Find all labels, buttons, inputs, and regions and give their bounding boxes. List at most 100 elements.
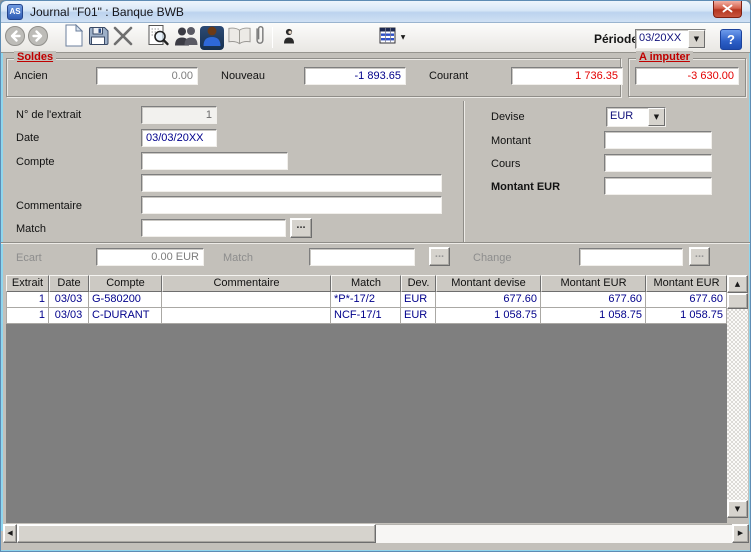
courant-field[interactable]: 1 736.35 xyxy=(511,67,623,85)
recon-match-field[interactable] xyxy=(309,248,415,266)
cell-match[interactable]: NCF-17/1 xyxy=(331,308,401,324)
new-button[interactable] xyxy=(61,26,85,50)
scroll-left-button[interactable] xyxy=(3,524,17,543)
change-browse-button[interactable]: ... xyxy=(689,247,710,266)
close-icon xyxy=(722,0,733,18)
vertical-scrollbar[interactable] xyxy=(727,275,748,518)
devise-dropdown-button[interactable] xyxy=(648,108,665,126)
montant-eur-label: Montant EUR xyxy=(491,181,560,193)
ecart-field[interactable]: 0.00 EUR xyxy=(96,248,204,266)
imputer-field[interactable]: -3 630.00 xyxy=(635,67,739,85)
extrait-field[interactable]: 1 xyxy=(141,106,217,124)
column-header[interactable]: Montant EUR xyxy=(646,275,727,292)
cell-date[interactable]: 03/03 xyxy=(49,292,89,308)
help-button[interactable]: ? xyxy=(720,29,742,50)
column-header[interactable]: Montant devise xyxy=(436,275,541,292)
compte-detail-field[interactable] xyxy=(141,174,442,192)
scroll-right-button[interactable] xyxy=(732,524,749,543)
cell-commentaire[interactable] xyxy=(162,292,331,308)
match-field[interactable] xyxy=(141,219,286,237)
nouveau-field[interactable]: -1 893.65 xyxy=(304,67,406,85)
window-title: Journal "F01" : Banque BWB xyxy=(30,5,184,19)
compte-field[interactable] xyxy=(141,152,288,170)
cell-montant-eur-2[interactable]: 677.60 xyxy=(646,292,727,308)
preview-button[interactable] xyxy=(145,26,171,50)
courant-label: Courant xyxy=(429,70,468,82)
cell-match[interactable]: *P*-17/2 xyxy=(331,292,401,308)
montant-field[interactable] xyxy=(604,131,712,149)
back-button[interactable] xyxy=(3,26,27,50)
periode-dropdown-button[interactable] xyxy=(688,30,705,48)
user-button[interactable] xyxy=(200,26,224,50)
table-row[interactable]: 1 03/03 C-DURANT NCF-17/1 EUR 1 058.75 1… xyxy=(6,308,727,324)
table-header-row: Extrait Date Compte Commentaire Match De… xyxy=(6,275,727,292)
horizontal-scroll-thumb[interactable] xyxy=(17,524,376,543)
table-menu-dropdown[interactable] xyxy=(397,28,409,48)
forward-button[interactable] xyxy=(26,26,50,50)
ancien-field[interactable]: 0.00 xyxy=(96,67,198,85)
cell-montant-devise[interactable]: 677.60 xyxy=(436,292,541,308)
montant-eur-field[interactable] xyxy=(604,177,712,195)
cell-montant-devise[interactable]: 1 058.75 xyxy=(436,308,541,324)
recon-match-browse-button[interactable]: ... xyxy=(429,247,450,266)
column-header[interactable]: Commentaire xyxy=(162,275,331,292)
column-header[interactable]: Match xyxy=(331,275,401,292)
book-button[interactable] xyxy=(226,26,252,50)
scroll-down-button[interactable] xyxy=(727,500,748,518)
cell-date[interactable]: 03/03 xyxy=(49,308,89,324)
new-document-icon xyxy=(64,24,83,52)
cell-compte[interactable]: C-DURANT xyxy=(89,308,162,324)
ancien-label: Ancien xyxy=(14,70,48,82)
chevron-down-icon xyxy=(401,35,406,41)
cell-extrait[interactable]: 1 xyxy=(6,308,49,324)
table-empty-area xyxy=(6,324,727,523)
table-grid-icon xyxy=(379,27,396,49)
titlebar[interactable]: AS Journal "F01" : Banque BWB xyxy=(1,1,751,23)
cell-montant-eur[interactable]: 1 058.75 xyxy=(541,308,646,324)
close-button[interactable] xyxy=(713,1,742,18)
column-header[interactable]: Montant EUR xyxy=(541,275,646,292)
periode-combobox[interactable]: 03/20XX xyxy=(635,29,706,49)
compte-label: Compte xyxy=(16,156,55,168)
periode-label: Période xyxy=(594,32,638,46)
column-header[interactable]: Dev. xyxy=(401,275,436,292)
back-icon xyxy=(4,25,26,52)
scroll-up-button[interactable] xyxy=(727,275,748,293)
column-header[interactable]: Extrait xyxy=(6,275,49,292)
match-browse-button[interactable]: ... xyxy=(290,218,312,238)
cell-devise[interactable]: EUR xyxy=(401,292,436,308)
delete-button[interactable] xyxy=(111,26,135,50)
devise-value: EUR xyxy=(607,108,648,126)
attachment-button[interactable] xyxy=(251,26,267,50)
vertical-scroll-thumb[interactable] xyxy=(727,293,748,309)
change-field[interactable] xyxy=(579,248,683,266)
save-icon xyxy=(87,25,109,52)
cell-commentaire[interactable] xyxy=(162,308,331,324)
cell-compte[interactable]: G-580200 xyxy=(89,292,162,308)
commentaire-label: Commentaire xyxy=(16,200,82,212)
date-field[interactable]: 03/03/20XX xyxy=(141,129,217,147)
arrow-right-icon xyxy=(738,530,743,537)
cell-montant-eur-2[interactable]: 1 058.75 xyxy=(646,308,727,324)
cours-field[interactable] xyxy=(604,154,712,172)
commentaire-field[interactable] xyxy=(141,196,442,214)
person-button[interactable] xyxy=(280,26,298,50)
table-row[interactable]: 1 03/03 G-580200 *P*-17/2 EUR 677.60 677… xyxy=(6,292,727,308)
column-header[interactable]: Date xyxy=(49,275,89,292)
save-button[interactable] xyxy=(86,26,110,50)
window-border-left xyxy=(1,1,3,531)
column-header[interactable]: Compte xyxy=(89,275,162,292)
devise-combobox[interactable]: EUR xyxy=(606,107,666,127)
app-window: AS Journal "F01" : Banque BWB xyxy=(0,0,751,552)
cell-extrait[interactable]: 1 xyxy=(6,292,49,308)
person-icon xyxy=(282,28,296,49)
arrow-down-icon xyxy=(735,506,740,513)
delete-x-icon xyxy=(112,25,134,52)
montant-label: Montant xyxy=(491,135,531,147)
chevron-down-icon xyxy=(654,114,659,121)
cell-devise[interactable]: EUR xyxy=(401,308,436,324)
book-icon xyxy=(227,26,252,51)
users-button[interactable] xyxy=(172,26,199,50)
table-menu-button[interactable] xyxy=(377,26,397,50)
cell-montant-eur[interactable]: 677.60 xyxy=(541,292,646,308)
